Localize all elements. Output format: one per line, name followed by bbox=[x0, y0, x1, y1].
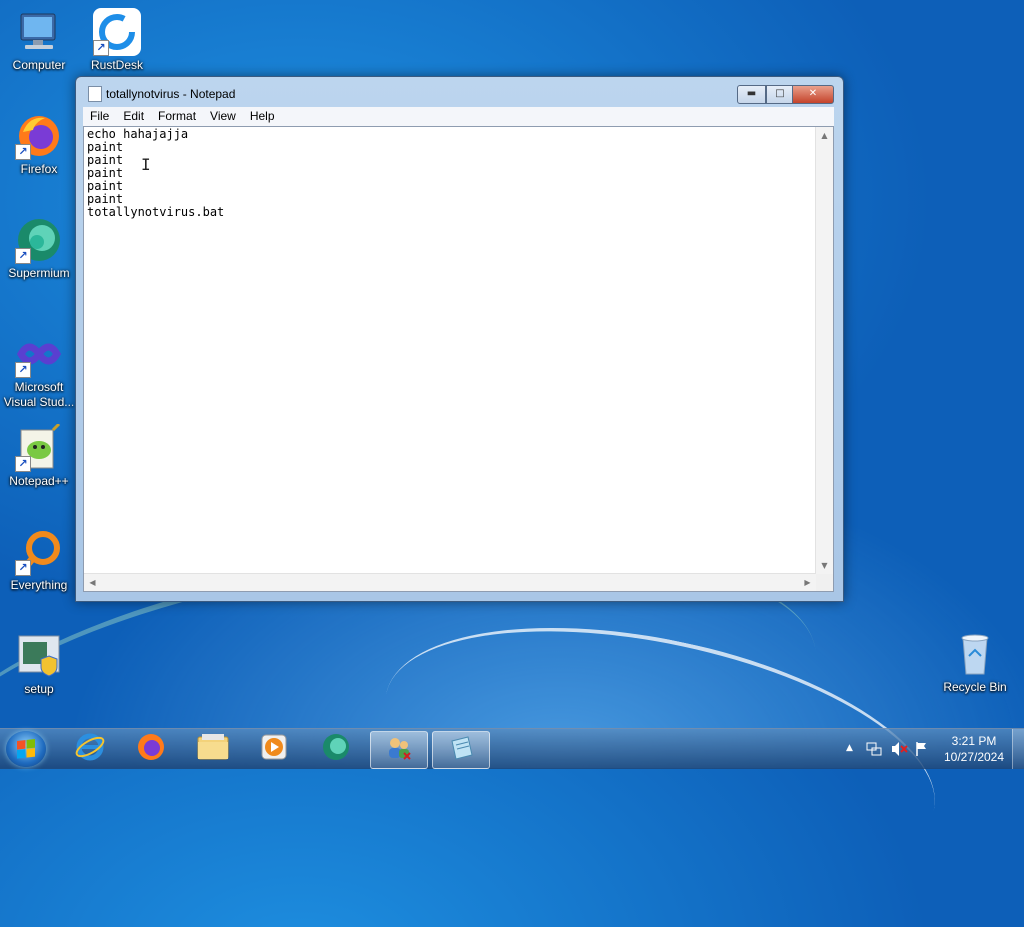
shortcut-arrow-icon: ↗ bbox=[15, 248, 31, 264]
windows-logo-icon bbox=[17, 739, 35, 759]
shortcut-arrow-icon: ↗ bbox=[15, 456, 31, 472]
scroll-down-icon[interactable]: ▼ bbox=[816, 557, 833, 574]
shortcut-arrow-icon: ↗ bbox=[15, 144, 31, 160]
desktop-icon-firefox[interactable]: ↗ Firefox bbox=[0, 112, 78, 177]
users-icon bbox=[384, 733, 414, 767]
desktop-icon-label: Microsoft Visual Stud... bbox=[3, 380, 75, 409]
desktop-icon-computer[interactable]: Computer bbox=[0, 8, 78, 73]
editor-content[interactable]: echo hahajajja paint paint paint paint p… bbox=[87, 128, 815, 573]
desktop-icon-label: RustDesk bbox=[90, 58, 143, 72]
firefox-icon: ↗ bbox=[15, 112, 63, 160]
setup-icon bbox=[15, 632, 63, 680]
maximize-button[interactable]: □ bbox=[766, 85, 794, 104]
shortcut-arrow-icon: ↗ bbox=[15, 362, 31, 378]
recycle-bin-icon bbox=[951, 630, 999, 678]
taskbar-internet-explorer[interactable] bbox=[62, 731, 118, 767]
scroll-up-icon[interactable]: ▲ bbox=[816, 127, 833, 144]
desktop-icon-label: Supermium bbox=[8, 266, 70, 280]
horizontal-scrollbar[interactable]: ◀ ▶ bbox=[84, 573, 816, 591]
tray-chevron-icon[interactable]: ▲ bbox=[846, 743, 853, 753]
desktop-icon-setup[interactable]: setup bbox=[0, 632, 78, 697]
scroll-left-icon[interactable]: ◀ bbox=[84, 574, 101, 591]
desktop-icon-label: Recycle Bin bbox=[943, 680, 1007, 694]
taskbar-supermium[interactable] bbox=[308, 731, 364, 767]
close-button[interactable]: ✕ bbox=[792, 85, 834, 104]
window-title: totallynotvirus - Notepad bbox=[106, 87, 236, 101]
desktop-icon-label: Everything bbox=[10, 578, 68, 592]
notepadpp-icon: ↗ bbox=[15, 422, 63, 472]
internet-explorer-icon bbox=[75, 732, 105, 766]
supermium-icon bbox=[321, 732, 351, 766]
desktop-icon-supermium[interactable]: ↗ Supermium bbox=[0, 216, 78, 281]
visual-studio-icon: ↗ bbox=[15, 330, 63, 378]
desktop-icon-rustdesk[interactable]: ↗ RustDesk bbox=[78, 8, 156, 73]
system-clock[interactable]: 3:21 PM 10/27/2024 bbox=[938, 733, 1010, 765]
menu-view[interactable]: View bbox=[203, 107, 243, 125]
media-player-icon bbox=[259, 732, 289, 766]
minimize-button[interactable]: ▬ bbox=[737, 85, 766, 104]
action-center-flag-icon[interactable] bbox=[914, 741, 930, 761]
desktop-icon-recycle-bin[interactable]: Recycle Bin bbox=[936, 630, 1014, 695]
notepad-icon bbox=[88, 86, 102, 102]
computer-icon bbox=[15, 8, 63, 56]
desktop-icon-label: Notepad++ bbox=[9, 474, 69, 488]
shortcut-arrow-icon: ↗ bbox=[15, 560, 31, 576]
taskbar-file-explorer[interactable] bbox=[185, 731, 241, 767]
clock-date: 10/27/2024 bbox=[943, 750, 1005, 764]
scrollbar-corner bbox=[816, 574, 833, 591]
text-cursor-icon: I bbox=[141, 155, 151, 174]
menu-file[interactable]: File bbox=[83, 107, 116, 125]
menu-help[interactable]: Help bbox=[243, 107, 282, 125]
vertical-scrollbar[interactable]: ▲ ▼ bbox=[815, 127, 833, 574]
desktop-icon-label: Computer bbox=[12, 58, 66, 72]
menu-bar: File Edit Format View Help bbox=[83, 107, 834, 126]
scroll-right-icon[interactable]: ▶ bbox=[799, 574, 816, 591]
desktop-icon-label: setup bbox=[24, 682, 54, 696]
desktop-icon-notepadpp[interactable]: ↗ Notepad++ bbox=[0, 422, 78, 489]
notepad-icon bbox=[446, 733, 476, 767]
everything-icon: ↗ bbox=[15, 528, 63, 576]
taskbar-users[interactable] bbox=[370, 731, 428, 769]
text-editor[interactable]: echo hahajajja paint paint paint paint p… bbox=[83, 126, 834, 592]
taskbar-notepad[interactable] bbox=[432, 731, 490, 769]
supermium-icon: ↗ bbox=[15, 216, 63, 264]
rustdesk-icon: ↗ bbox=[93, 8, 141, 56]
taskbar-firefox[interactable] bbox=[123, 731, 179, 767]
firefox-icon bbox=[136, 732, 166, 766]
menu-format[interactable]: Format bbox=[151, 107, 203, 125]
desktop-icon-visual-studio[interactable]: ↗ Microsoft Visual Stud... bbox=[0, 330, 78, 410]
volume-muted-icon[interactable] bbox=[890, 741, 908, 761]
network-icon[interactable] bbox=[866, 741, 882, 761]
show-desktop-button[interactable] bbox=[1012, 729, 1024, 769]
shortcut-arrow-icon: ↗ bbox=[93, 40, 109, 56]
title-bar[interactable]: totallynotvirus - Notepad ▬ □ ✕ bbox=[76, 77, 843, 107]
desktop-icon-label: Firefox bbox=[20, 162, 58, 176]
taskbar-media-player[interactable] bbox=[246, 731, 302, 767]
desktop-icon-everything[interactable]: ↗ Everything bbox=[0, 528, 78, 593]
start-button[interactable] bbox=[6, 731, 46, 767]
clock-time: 3:21 PM bbox=[951, 734, 997, 748]
notepad-window[interactable]: totallynotvirus - Notepad ▬ □ ✕ File Edit… bbox=[75, 76, 844, 602]
menu-edit[interactable]: Edit bbox=[116, 107, 151, 125]
taskbar: ▲ 3:21 PM 10/27/2024 bbox=[0, 728, 1024, 769]
file-explorer-icon bbox=[197, 733, 229, 765]
